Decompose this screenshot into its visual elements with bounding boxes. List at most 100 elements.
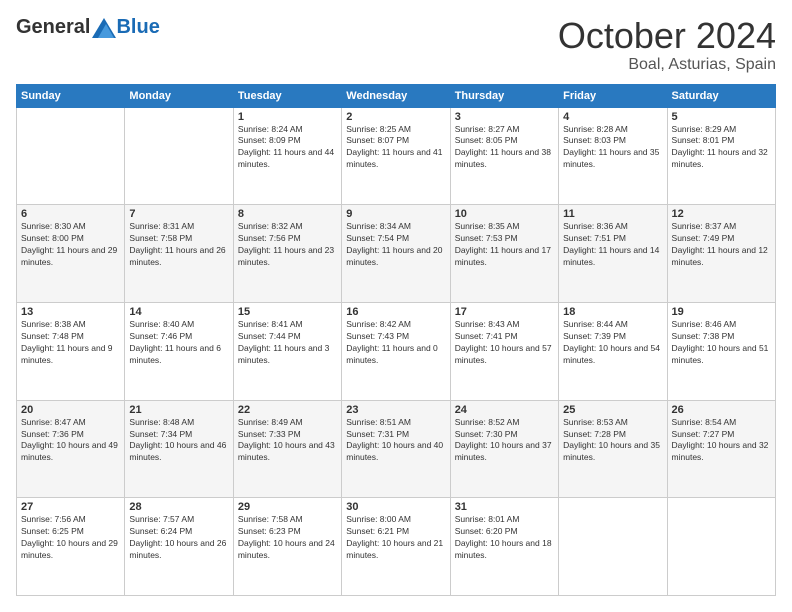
day-number: 31 [455, 501, 554, 513]
logo-general: General [16, 16, 90, 39]
calendar-cell [125, 107, 233, 205]
calendar-cell: 20Sunrise: 8:47 AMSunset: 7:36 PMDayligh… [17, 400, 125, 498]
day-info: Sunrise: 8:34 AMSunset: 7:54 PMDaylight:… [346, 221, 445, 269]
day-number: 27 [21, 501, 120, 513]
title-block: October 2024 Boal, Asturias, Spain [558, 16, 776, 74]
calendar-cell: 25Sunrise: 8:53 AMSunset: 7:28 PMDayligh… [559, 400, 667, 498]
day-number: 20 [21, 404, 120, 416]
calendar-cell [559, 498, 667, 596]
calendar-cell: 31Sunrise: 8:01 AMSunset: 6:20 PMDayligh… [450, 498, 558, 596]
day-number: 12 [672, 208, 771, 220]
day-info: Sunrise: 8:49 AMSunset: 7:33 PMDaylight:… [238, 417, 337, 465]
day-info: Sunrise: 7:58 AMSunset: 6:23 PMDaylight:… [238, 514, 337, 562]
calendar-cell: 8Sunrise: 8:32 AMSunset: 7:56 PMDaylight… [233, 205, 341, 303]
day-info: Sunrise: 8:48 AMSunset: 7:34 PMDaylight:… [129, 417, 228, 465]
calendar-cell: 21Sunrise: 8:48 AMSunset: 7:34 PMDayligh… [125, 400, 233, 498]
calendar-cell: 10Sunrise: 8:35 AMSunset: 7:53 PMDayligh… [450, 205, 558, 303]
day-info: Sunrise: 8:47 AMSunset: 7:36 PMDaylight:… [21, 417, 120, 465]
calendar-header-tuesday: Tuesday [233, 84, 341, 107]
day-info: Sunrise: 8:01 AMSunset: 6:20 PMDaylight:… [455, 514, 554, 562]
calendar-week-3: 20Sunrise: 8:47 AMSunset: 7:36 PMDayligh… [17, 400, 776, 498]
calendar-cell: 6Sunrise: 8:30 AMSunset: 8:00 PMDaylight… [17, 205, 125, 303]
calendar-cell [667, 498, 775, 596]
day-number: 24 [455, 404, 554, 416]
calendar-cell [17, 107, 125, 205]
calendar-cell: 22Sunrise: 8:49 AMSunset: 7:33 PMDayligh… [233, 400, 341, 498]
day-number: 22 [238, 404, 337, 416]
calendar-cell: 7Sunrise: 8:31 AMSunset: 7:58 PMDaylight… [125, 205, 233, 303]
logo-icon [92, 18, 116, 38]
calendar-cell: 30Sunrise: 8:00 AMSunset: 6:21 PMDayligh… [342, 498, 450, 596]
calendar-cell: 1Sunrise: 8:24 AMSunset: 8:09 PMDaylight… [233, 107, 341, 205]
calendar-cell: 29Sunrise: 7:58 AMSunset: 6:23 PMDayligh… [233, 498, 341, 596]
day-info: Sunrise: 8:53 AMSunset: 7:28 PMDaylight:… [563, 417, 662, 465]
day-info: Sunrise: 8:51 AMSunset: 7:31 PMDaylight:… [346, 417, 445, 465]
location-title: Boal, Asturias, Spain [558, 56, 776, 74]
day-number: 4 [563, 111, 662, 123]
calendar-cell: 24Sunrise: 8:52 AMSunset: 7:30 PMDayligh… [450, 400, 558, 498]
day-number: 16 [346, 306, 445, 318]
calendar-cell: 4Sunrise: 8:28 AMSunset: 8:03 PMDaylight… [559, 107, 667, 205]
calendar-cell: 17Sunrise: 8:43 AMSunset: 7:41 PMDayligh… [450, 302, 558, 400]
day-number: 28 [129, 501, 228, 513]
day-number: 3 [455, 111, 554, 123]
day-info: Sunrise: 7:57 AMSunset: 6:24 PMDaylight:… [129, 514, 228, 562]
day-number: 10 [455, 208, 554, 220]
day-number: 29 [238, 501, 337, 513]
calendar-cell: 9Sunrise: 8:34 AMSunset: 7:54 PMDaylight… [342, 205, 450, 303]
day-info: Sunrise: 8:44 AMSunset: 7:39 PMDaylight:… [563, 319, 662, 367]
day-number: 7 [129, 208, 228, 220]
calendar-header-thursday: Thursday [450, 84, 558, 107]
calendar-cell: 23Sunrise: 8:51 AMSunset: 7:31 PMDayligh… [342, 400, 450, 498]
day-number: 23 [346, 404, 445, 416]
calendar-cell: 19Sunrise: 8:46 AMSunset: 7:38 PMDayligh… [667, 302, 775, 400]
day-info: Sunrise: 8:41 AMSunset: 7:44 PMDaylight:… [238, 319, 337, 367]
calendar-cell: 18Sunrise: 8:44 AMSunset: 7:39 PMDayligh… [559, 302, 667, 400]
calendar: SundayMondayTuesdayWednesdayThursdayFrid… [16, 84, 776, 596]
day-info: Sunrise: 8:24 AMSunset: 8:09 PMDaylight:… [238, 124, 337, 172]
day-number: 2 [346, 111, 445, 123]
calendar-cell: 3Sunrise: 8:27 AMSunset: 8:05 PMDaylight… [450, 107, 558, 205]
page: General Blue October 2024 Boal, Asturias… [0, 0, 792, 612]
calendar-header-saturday: Saturday [667, 84, 775, 107]
day-info: Sunrise: 8:28 AMSunset: 8:03 PMDaylight:… [563, 124, 662, 172]
day-info: Sunrise: 8:37 AMSunset: 7:49 PMDaylight:… [672, 221, 771, 269]
calendar-header-sunday: Sunday [17, 84, 125, 107]
day-number: 25 [563, 404, 662, 416]
calendar-header-friday: Friday [559, 84, 667, 107]
day-info: Sunrise: 8:43 AMSunset: 7:41 PMDaylight:… [455, 319, 554, 367]
logo-text: General Blue [16, 16, 160, 39]
day-info: Sunrise: 8:25 AMSunset: 8:07 PMDaylight:… [346, 124, 445, 172]
day-number: 13 [21, 306, 120, 318]
calendar-cell: 27Sunrise: 7:56 AMSunset: 6:25 PMDayligh… [17, 498, 125, 596]
day-number: 17 [455, 306, 554, 318]
logo-blue: Blue [116, 16, 159, 39]
day-number: 14 [129, 306, 228, 318]
day-info: Sunrise: 8:36 AMSunset: 7:51 PMDaylight:… [563, 221, 662, 269]
day-info: Sunrise: 8:52 AMSunset: 7:30 PMDaylight:… [455, 417, 554, 465]
calendar-cell: 26Sunrise: 8:54 AMSunset: 7:27 PMDayligh… [667, 400, 775, 498]
day-number: 18 [563, 306, 662, 318]
day-number: 15 [238, 306, 337, 318]
calendar-cell: 11Sunrise: 8:36 AMSunset: 7:51 PMDayligh… [559, 205, 667, 303]
header: General Blue October 2024 Boal, Asturias… [16, 16, 776, 74]
month-title: October 2024 [558, 16, 776, 56]
day-number: 11 [563, 208, 662, 220]
day-info: Sunrise: 8:29 AMSunset: 8:01 PMDaylight:… [672, 124, 771, 172]
day-info: Sunrise: 8:54 AMSunset: 7:27 PMDaylight:… [672, 417, 771, 465]
day-number: 6 [21, 208, 120, 220]
day-info: Sunrise: 8:46 AMSunset: 7:38 PMDaylight:… [672, 319, 771, 367]
day-number: 5 [672, 111, 771, 123]
calendar-week-0: 1Sunrise: 8:24 AMSunset: 8:09 PMDaylight… [17, 107, 776, 205]
day-info: Sunrise: 8:00 AMSunset: 6:21 PMDaylight:… [346, 514, 445, 562]
day-info: Sunrise: 8:38 AMSunset: 7:48 PMDaylight:… [21, 319, 120, 367]
calendar-body: 1Sunrise: 8:24 AMSunset: 8:09 PMDaylight… [17, 107, 776, 595]
calendar-week-4: 27Sunrise: 7:56 AMSunset: 6:25 PMDayligh… [17, 498, 776, 596]
logo: General Blue [16, 16, 160, 39]
day-info: Sunrise: 8:35 AMSunset: 7:53 PMDaylight:… [455, 221, 554, 269]
day-number: 26 [672, 404, 771, 416]
calendar-header-row: SundayMondayTuesdayWednesdayThursdayFrid… [17, 84, 776, 107]
day-info: Sunrise: 7:56 AMSunset: 6:25 PMDaylight:… [21, 514, 120, 562]
calendar-cell: 28Sunrise: 7:57 AMSunset: 6:24 PMDayligh… [125, 498, 233, 596]
day-number: 8 [238, 208, 337, 220]
